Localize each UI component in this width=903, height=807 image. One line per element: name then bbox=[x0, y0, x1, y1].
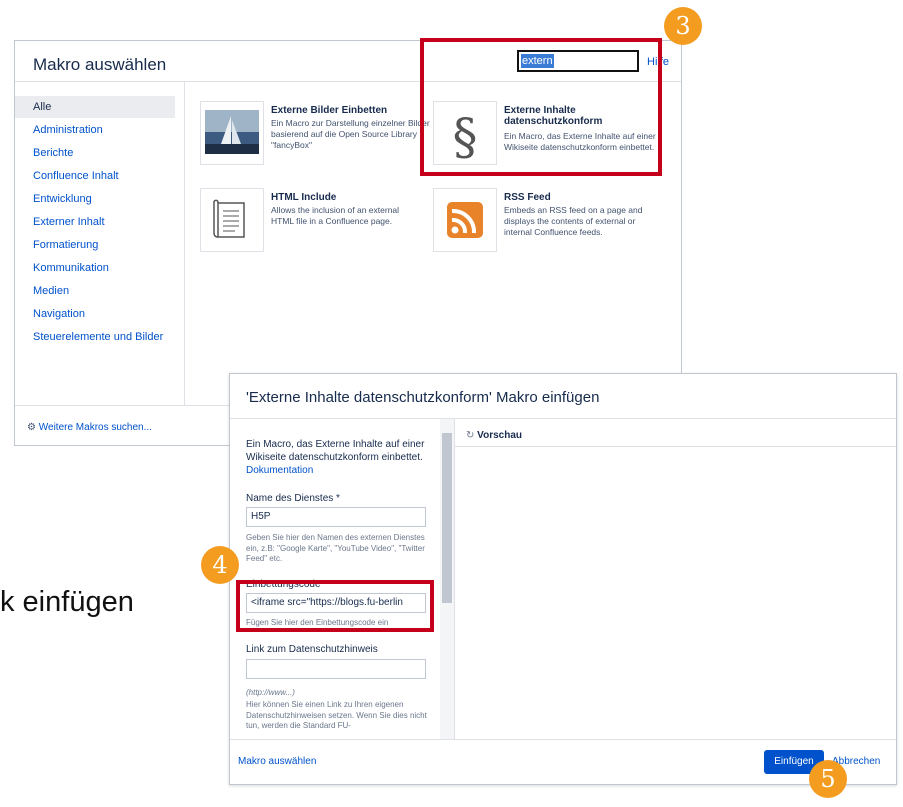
document-icon bbox=[213, 199, 245, 238]
params-scrollbar[interactable] bbox=[440, 419, 454, 739]
macro-name[interactable]: Externe Bilder Einbetten bbox=[271, 105, 387, 116]
macro-thumb-externe-bilder[interactable] bbox=[200, 101, 264, 165]
step-badge-4: 4 bbox=[201, 546, 239, 584]
image-icon bbox=[205, 110, 259, 154]
refresh-icon[interactable]: ↻ bbox=[466, 430, 474, 441]
category-item-confluence-inhalt[interactable]: Confluence Inhalt bbox=[15, 165, 177, 187]
macro-description: Ein Macro zur Darstellung einzelner Bild… bbox=[271, 118, 430, 150]
category-item-berichte[interactable]: Berichte bbox=[15, 142, 177, 164]
macro-intro-text: Ein Macro, das Externe Inhalte auf einer… bbox=[246, 438, 432, 477]
puzzle-icon: ⚙ bbox=[27, 422, 36, 433]
category-item-navigation[interactable]: Navigation bbox=[15, 303, 177, 325]
find-more-macros-label: Weitere Makros suchen... bbox=[38, 422, 152, 433]
macro-parameters-panel: Ein Macro, das Externe Inhalte auf einer… bbox=[230, 419, 454, 739]
step-badge-5: 5 bbox=[809, 760, 847, 798]
insert-dialog-title: 'Externe Inhalte datenschutzkonform' Mak… bbox=[246, 389, 600, 406]
category-item-steuerelemente[interactable]: Steuerelemente und Bilder bbox=[15, 326, 177, 348]
service-name-label: Name des Dienstes * bbox=[246, 493, 340, 504]
divider bbox=[454, 419, 455, 739]
step-badge-3: 3 bbox=[664, 7, 702, 45]
scrollbar-thumb[interactable] bbox=[442, 433, 452, 603]
category-item-formatierung[interactable]: Formatierung bbox=[15, 234, 177, 256]
category-item-administration[interactable]: Administration bbox=[15, 119, 177, 141]
macro-thumb-html-include[interactable] bbox=[200, 188, 264, 252]
macro-name[interactable]: RSS Feed bbox=[504, 192, 551, 203]
macro-thumb-rss-feed[interactable] bbox=[433, 188, 497, 252]
instruction-text: k einfügen bbox=[0, 586, 134, 618]
privacy-link-label: Link zum Datenschutzhinweis bbox=[246, 644, 378, 655]
back-to-macro-browser-link[interactable]: Makro auswählen bbox=[238, 756, 316, 767]
service-name-help: Geben Sie hier den Namen des externen Di… bbox=[246, 533, 425, 563]
category-item-entwicklung[interactable]: Entwicklung bbox=[15, 188, 177, 210]
documentation-link[interactable]: Dokumentation bbox=[246, 465, 313, 476]
highlight-box-step4 bbox=[236, 580, 434, 632]
preview-label: Vorschau bbox=[477, 430, 523, 441]
privacy-link-hint: (http://www...) bbox=[246, 688, 295, 697]
macro-description: Allows the inclusion of an external HTML… bbox=[271, 205, 400, 226]
category-item-externer-inhalt[interactable]: Externer Inhalt bbox=[15, 211, 177, 233]
privacy-link-help: Hier können Sie einen Link zu Ihren eige… bbox=[246, 700, 427, 730]
highlight-box-step3 bbox=[420, 38, 662, 176]
category-item-kommunikation[interactable]: Kommunikation bbox=[15, 257, 177, 279]
divider bbox=[455, 446, 896, 447]
service-name-input[interactable]: H5P bbox=[246, 507, 426, 527]
category-item-medien[interactable]: Medien bbox=[15, 280, 177, 302]
privacy-link-input[interactable] bbox=[246, 659, 426, 679]
preview-header: ↻ Vorschau bbox=[466, 430, 522, 441]
find-more-macros-link[interactable]: ⚙ Weitere Makros suchen... bbox=[27, 422, 152, 433]
macro-name[interactable]: HTML Include bbox=[271, 192, 336, 203]
category-item-alle[interactable]: Alle bbox=[15, 96, 175, 118]
divider bbox=[230, 739, 896, 740]
intro-text: Ein Macro, das Externe Inhalte auf einer… bbox=[246, 439, 425, 463]
macro-insert-dialog: 'Externe Inhalte datenschutzkonform' Mak… bbox=[229, 373, 897, 785]
rss-icon bbox=[447, 202, 483, 238]
macro-description: Embeds an RSS feed on a page and display… bbox=[504, 205, 643, 237]
category-sidebar: Alle Administration Berichte Confluence … bbox=[15, 82, 185, 405]
macro-browser-title: Makro auswählen bbox=[33, 55, 167, 74]
